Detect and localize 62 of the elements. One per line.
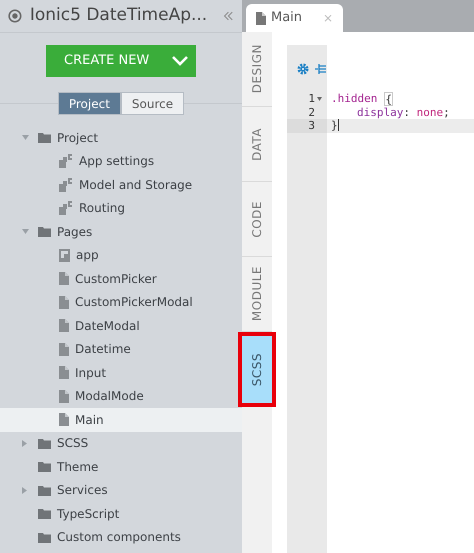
tree-item[interactable]: Theme xyxy=(57,458,98,476)
code-line: .hidden { xyxy=(330,92,393,106)
folder-icon xyxy=(38,484,51,496)
tree-item[interactable]: App settings xyxy=(79,152,154,170)
folder-icon xyxy=(38,226,51,238)
tree-item[interactable]: TypeScript xyxy=(57,504,120,523)
folder-icon xyxy=(38,132,51,144)
collapse-icon[interactable] xyxy=(223,9,234,23)
project-title: Ionic5 DateTimeAp... xyxy=(30,4,208,28)
expanded-icon[interactable] xyxy=(22,135,29,140)
tree-item[interactable]: Project xyxy=(57,128,98,147)
file-icon xyxy=(59,319,69,332)
file-icon xyxy=(59,296,69,309)
code-line: } xyxy=(330,119,339,132)
file-icon xyxy=(256,12,266,24)
side-tab[interactable]: DESIGN xyxy=(242,32,272,107)
side-tab[interactable]: SCSS xyxy=(238,332,276,407)
app-logo-icon xyxy=(8,7,22,25)
file-icon xyxy=(59,366,69,380)
settings-icon[interactable] xyxy=(297,62,309,74)
tree-item[interactable]: ModalMode xyxy=(75,387,144,406)
tree-item[interactable]: app xyxy=(76,246,99,264)
folder-icon xyxy=(38,532,51,543)
tree-item[interactable]: Services xyxy=(57,481,108,500)
tree-item[interactable]: Pages xyxy=(57,222,92,241)
folder-icon xyxy=(38,508,51,520)
tree-item[interactable]: Main xyxy=(0,408,242,432)
tree-item[interactable]: Model and Storage xyxy=(79,176,192,194)
side-tab[interactable]: CODE xyxy=(242,182,272,257)
tree-item[interactable]: Custom components xyxy=(57,528,181,546)
text-cursor xyxy=(338,119,339,131)
indent-icon[interactable] xyxy=(315,62,327,74)
view-tab[interactable]: Source xyxy=(120,92,184,115)
settings-file-icon xyxy=(59,178,73,192)
chevron-down-icon xyxy=(172,56,188,66)
tree-item[interactable]: SCSS xyxy=(57,434,88,452)
file-icon xyxy=(59,342,69,356)
tree-item[interactable]: Datetime xyxy=(75,340,131,358)
tree-item[interactable]: CustomPicker xyxy=(75,270,157,288)
line-number: 2 xyxy=(308,106,315,119)
expanded-icon[interactable] xyxy=(22,229,29,234)
page-icon xyxy=(59,248,70,262)
folder-icon xyxy=(38,438,51,449)
tree-item[interactable]: Input xyxy=(75,364,106,382)
tree-item[interactable]: DateModal xyxy=(75,316,140,335)
view-tab[interactable]: Project xyxy=(58,92,121,115)
collapsed-icon[interactable] xyxy=(22,486,27,494)
file-icon xyxy=(59,272,69,286)
line-number: 3 xyxy=(308,119,315,132)
folder-icon xyxy=(38,461,51,472)
tree-item[interactable]: Routing xyxy=(79,199,126,218)
line-number: 1 xyxy=(308,92,315,106)
file-icon xyxy=(59,390,69,403)
file-icon xyxy=(59,413,69,426)
side-tab[interactable]: DATA xyxy=(242,107,272,182)
code-line: display: none; xyxy=(356,106,450,119)
settings-file-icon xyxy=(59,154,73,168)
editor-tab[interactable]: Main × xyxy=(246,4,344,32)
settings-file-icon xyxy=(59,201,73,216)
collapsed-icon[interactable] xyxy=(22,440,27,447)
fold-icon[interactable] xyxy=(316,96,322,101)
tree-item[interactable]: CustomPickerModal xyxy=(75,293,193,312)
